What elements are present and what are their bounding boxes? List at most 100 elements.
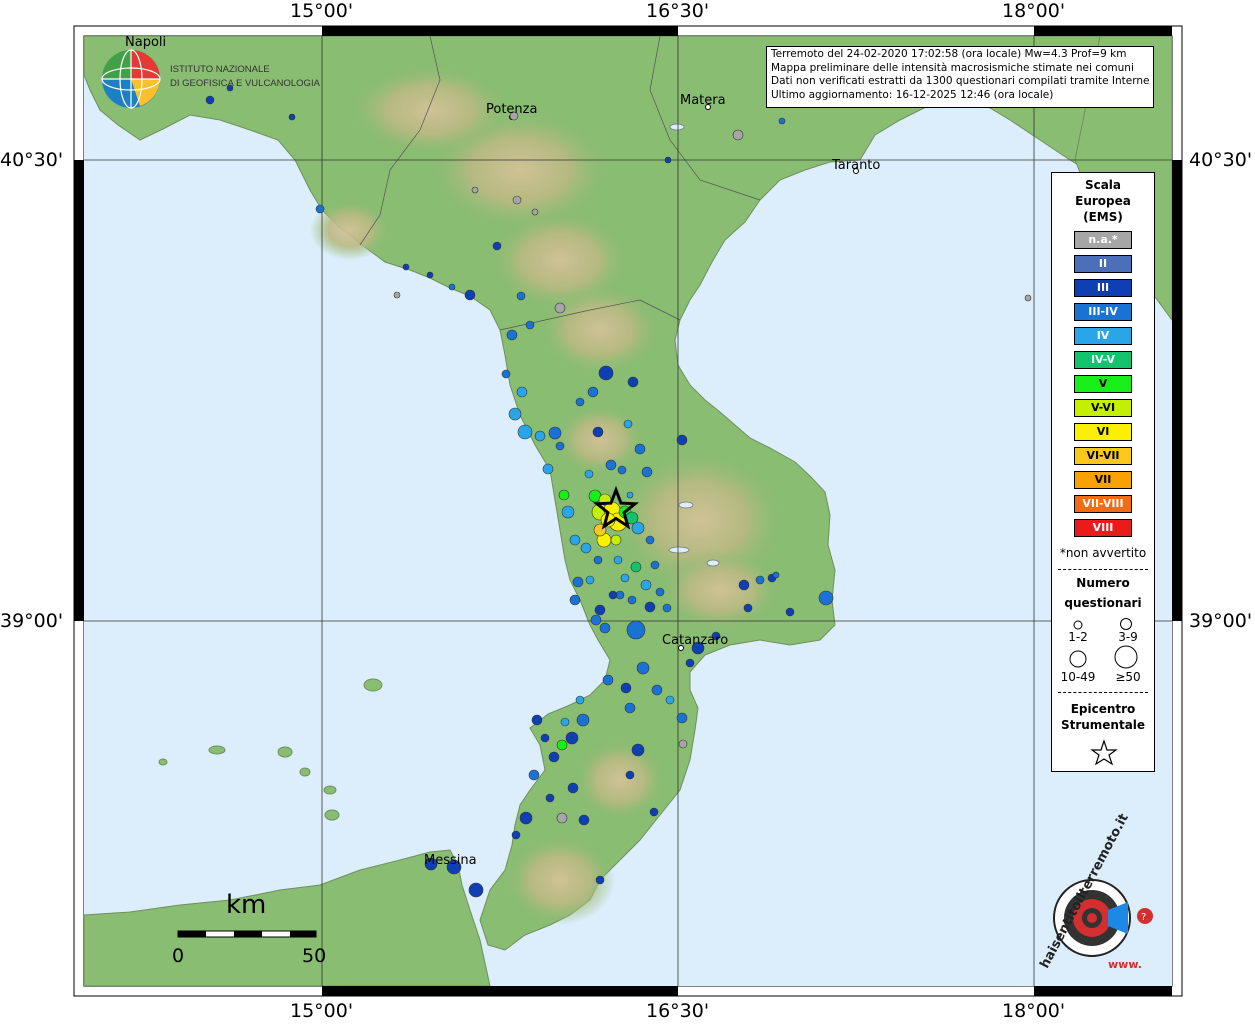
scale-end: 50 <box>302 945 327 967</box>
intensity-point <box>664 156 672 164</box>
intensity-point <box>634 443 646 455</box>
legend-title-line: (EMS) <box>1083 210 1123 224</box>
intensity-point <box>540 733 550 743</box>
intensity-point <box>626 620 646 640</box>
intensity-point <box>772 571 780 579</box>
intensity-point <box>576 713 590 727</box>
lat-tick-right-1: 40°30' <box>1189 149 1253 171</box>
lon-tick-top-2: 16°30' <box>646 0 710 22</box>
intensity-point <box>519 811 533 825</box>
intensity-point <box>655 587 665 597</box>
count-label-50: ≥50 <box>1115 670 1141 684</box>
ems-swatch: IV <box>1074 327 1132 345</box>
intensity-point <box>448 283 456 291</box>
ems-swatch: V-VI <box>1074 399 1132 417</box>
intensity-point <box>818 590 834 606</box>
info-line: Ultimo aggiornamento: 16-12-2025 12:46 (… <box>771 88 1054 101</box>
intensity-point <box>743 603 753 613</box>
intensity-point <box>402 263 410 271</box>
intensity-point <box>598 365 614 381</box>
intensity-point <box>548 751 560 763</box>
intensity-point <box>587 386 599 398</box>
intensity-point <box>590 614 602 626</box>
hai-sentito-logo: ? haisentitoilterremoto.it www. <box>1030 811 1160 980</box>
intensity-point <box>516 291 526 301</box>
intensity-point <box>393 291 401 299</box>
ems-swatch: VI-VII <box>1074 447 1132 465</box>
city-label-potenza: Potenza <box>486 102 538 117</box>
intensity-point <box>627 595 637 605</box>
intensity-point <box>650 560 660 570</box>
legend-title-line: Scala <box>1084 178 1122 192</box>
intensity-point <box>506 329 518 341</box>
count-title-line: Numero <box>1076 576 1130 590</box>
info-line: Terremoto del 24-02-2020 17:02:58 (ora l… <box>771 48 1127 60</box>
intensity-point <box>572 576 584 588</box>
count-label-1-2: 1-2 <box>1068 630 1088 644</box>
ingv-name-line2: DI GEOFISICA E VULCANOLOGIA <box>170 78 320 89</box>
lon-tick-bottom-2: 16°30' <box>646 1000 710 1022</box>
intensity-point <box>575 695 585 705</box>
intensity-point <box>569 534 581 546</box>
star-icon <box>1090 739 1118 766</box>
intensity-point <box>662 603 672 613</box>
event-info-box: Terremoto del 24-02-2020 17:02:58 (ora l… <box>766 46 1154 108</box>
intensity-point <box>585 575 595 585</box>
intensity-point <box>508 407 522 421</box>
ems-swatch: II <box>1074 255 1132 273</box>
ems-swatch: VI <box>1074 423 1132 441</box>
intensity-point <box>623 419 633 429</box>
legend-title-line: Europea <box>1075 194 1131 208</box>
intensity-point <box>641 466 653 478</box>
intensity-point <box>651 684 663 696</box>
count-label-3-9: 3-9 <box>1118 630 1138 644</box>
intensity-point <box>580 542 592 554</box>
scale-start: 0 <box>172 945 185 967</box>
svg-text:?: ? <box>1141 912 1146 923</box>
info-line: Mappa preliminare delle intensità macros… <box>771 61 1134 74</box>
intensity-point <box>620 682 632 694</box>
ingv-logo: ISTITUTO NAZIONALE DI GEOFISICA E VULCAN… <box>100 48 320 110</box>
count-title-line: questionari <box>1064 596 1142 610</box>
intensity-point <box>602 674 614 686</box>
intensity-point <box>625 770 635 780</box>
intensity-point <box>599 622 611 634</box>
intensity-point <box>1024 294 1032 302</box>
ingv-globe-icon <box>101 49 161 109</box>
city-label-taranto: Taranto <box>832 158 881 173</box>
hai-sentito-url: www. <box>1108 958 1142 971</box>
lat-tick-right-2: 39°00' <box>1189 610 1253 632</box>
intensity-point <box>636 661 650 675</box>
intensity-point <box>732 129 744 141</box>
intensity-point <box>556 812 568 824</box>
intensity-point <box>468 882 484 898</box>
intensity-point <box>531 208 539 216</box>
intensity-point <box>288 113 296 121</box>
lon-tick-bottom-1: 15°00' <box>290 1000 354 1022</box>
intensity-point <box>545 793 555 803</box>
info-line: Dati non verificati estratti da 1300 que… <box>771 75 1149 87</box>
intensity-point <box>605 459 617 471</box>
intensity-point <box>630 561 642 573</box>
ems-swatch: VII <box>1074 471 1132 489</box>
scale-bar <box>177 930 317 938</box>
intensity-point <box>561 505 575 519</box>
intensity-point <box>471 186 479 194</box>
intensity-point <box>492 241 502 251</box>
legend-title: Scala Europea (EMS) <box>1052 173 1154 225</box>
intensity-point <box>554 302 566 314</box>
intensity-point <box>645 535 655 545</box>
legend-divider <box>1058 692 1148 693</box>
city-label-matera: Matera <box>680 93 726 108</box>
intensity-point <box>575 397 585 407</box>
intensity-point <box>528 769 540 781</box>
intensity-point <box>627 376 639 388</box>
intensity-point <box>608 590 618 600</box>
ingv-name-line1: ISTITUTO NAZIONALE <box>170 64 270 75</box>
intensity-point <box>593 555 603 565</box>
lon-tick-top-3: 18°00' <box>1002 0 1066 22</box>
intensity-point <box>755 575 765 585</box>
lon-tick-bottom-3: 18°00' <box>1002 1000 1066 1022</box>
intensity-point <box>649 807 659 817</box>
intensity-point <box>594 604 606 616</box>
